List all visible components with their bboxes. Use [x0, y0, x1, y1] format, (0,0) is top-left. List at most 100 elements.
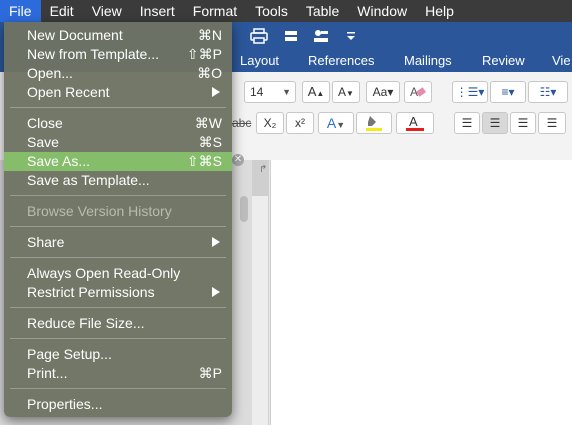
- menubar-help[interactable]: Help: [416, 0, 463, 22]
- menu-item-label: Close: [27, 115, 63, 131]
- tab-references[interactable]: References: [308, 50, 374, 72]
- menu-item-shortcut: ⌘P: [198, 365, 222, 381]
- menu-item-new-document[interactable]: New Document ⌘N: [4, 26, 232, 45]
- bullets-button[interactable]: ⋮☰▾: [452, 81, 488, 103]
- menu-item-shortcut: ⌘N: [197, 27, 222, 43]
- shrink-font-button[interactable]: A▼: [332, 81, 360, 103]
- menu-item-page-setup[interactable]: Page Setup...: [4, 345, 232, 364]
- tab-view[interactable]: Vie: [552, 50, 571, 72]
- menu-separator: [10, 338, 226, 339]
- menu-item-shortcut: ⌘S: [198, 134, 222, 150]
- menu-item-save-as[interactable]: Save As... ⇧⌘S: [4, 152, 232, 171]
- menu-item-browse-version-history: Browse Version History: [4, 202, 232, 221]
- document-page[interactable]: ↱: [259, 160, 572, 425]
- menu-item-label: Print...: [27, 365, 68, 381]
- menu-item-reduce-file-size[interactable]: Reduce File Size...: [4, 314, 232, 333]
- tab-mailings[interactable]: Mailings: [404, 50, 452, 72]
- menu-item-label: Properties...: [27, 396, 103, 412]
- menubar-window[interactable]: Window: [348, 0, 416, 22]
- align-right-icon: ☰: [517, 116, 529, 130]
- font-color-icon: A: [406, 114, 424, 131]
- shrink-font-icon: A▼: [338, 85, 354, 99]
- menu-item-label: Reduce File Size...: [27, 315, 145, 331]
- customize-icon[interactable]: [312, 28, 330, 44]
- align-left-icon: ☰: [461, 116, 473, 130]
- menu-item-print[interactable]: Print... ⌘P: [4, 364, 232, 383]
- menu-item-close[interactable]: Close ⌘W: [4, 114, 232, 133]
- menu-item-share[interactable]: Share: [4, 233, 232, 252]
- menu-item-shortcut: ⌘O: [197, 65, 222, 81]
- menu-item-open[interactable]: Open... ⌘O: [4, 64, 232, 83]
- multilevel-list-button[interactable]: ☷▾: [528, 81, 568, 103]
- justify-icon: ☰: [546, 116, 558, 130]
- superscript-label: x²: [295, 116, 305, 130]
- justify-button[interactable]: ☰: [538, 112, 566, 134]
- numbering-button[interactable]: ≡▾: [490, 81, 526, 103]
- menu-item-label: Save As...: [27, 153, 91, 169]
- submenu-arrow-icon: [212, 237, 220, 247]
- margin-corner-icon: ↱: [259, 164, 268, 175]
- clear-formatting-button[interactable]: A: [404, 81, 432, 103]
- menu-item-restrict-permissions[interactable]: Restrict Permissions: [4, 283, 232, 302]
- strikethrough-button[interactable]: abc: [232, 116, 251, 130]
- menubar-file[interactable]: File: [0, 0, 41, 22]
- menubar-edit[interactable]: Edit: [41, 0, 83, 22]
- tab-review[interactable]: Review: [482, 50, 525, 72]
- menubar-table[interactable]: Table: [297, 0, 348, 22]
- align-right-button[interactable]: ☰: [510, 112, 536, 134]
- change-case-button[interactable]: Aa▾: [366, 81, 400, 103]
- close-icon[interactable]: ✕: [232, 154, 244, 166]
- menu-item-label: Always Open Read-Only: [27, 265, 181, 281]
- scrollbar-thumb[interactable]: [240, 196, 248, 222]
- layout-icon[interactable]: [282, 28, 300, 44]
- menu-separator: [10, 226, 226, 227]
- menu-item-save[interactable]: Save ⌘S: [4, 133, 232, 152]
- grow-font-button[interactable]: A▲: [302, 81, 330, 103]
- menu-item-label: Open...: [27, 65, 73, 81]
- menu-item-new-from-template[interactable]: New from Template... ⇧⌘P: [4, 45, 232, 64]
- menu-item-always-open-read-only[interactable]: Always Open Read-Only: [4, 264, 232, 283]
- chevron-down-icon: ▼: [282, 87, 291, 97]
- submenu-arrow-icon: [212, 287, 220, 297]
- align-center-button[interactable]: ☰: [482, 112, 508, 134]
- menu-separator: [10, 257, 226, 258]
- grow-font-icon: A▲: [307, 84, 325, 99]
- font-size-value: 14: [250, 85, 264, 99]
- menubar-insert[interactable]: Insert: [131, 0, 184, 22]
- menu-item-label: Restrict Permissions: [27, 284, 155, 300]
- align-left-button[interactable]: ☰: [454, 112, 480, 134]
- menu-item-open-recent[interactable]: Open Recent: [4, 83, 232, 102]
- menu-item-label: Share: [27, 234, 65, 250]
- menu-item-label: Page Setup...: [27, 346, 112, 362]
- menu-item-shortcut: ⇧⌘P: [186, 46, 222, 62]
- subscript-label: X₂: [263, 116, 277, 130]
- vertical-ruler: [252, 160, 269, 425]
- font-color-button[interactable]: A: [396, 112, 434, 134]
- menu-item-properties[interactable]: Properties...: [4, 395, 232, 414]
- menu-item-save-as-template[interactable]: Save as Template...: [4, 171, 232, 190]
- menu-item-shortcut: ⌘W: [194, 115, 222, 131]
- file-menu: New Document ⌘N New from Template... ⇧⌘P…: [4, 22, 232, 417]
- font-size-select[interactable]: 14 ▼: [244, 81, 296, 103]
- menu-separator: [10, 195, 226, 196]
- subscript-button[interactable]: X₂: [256, 112, 284, 134]
- menubar-view[interactable]: View: [83, 0, 131, 22]
- superscript-button[interactable]: x²: [286, 112, 314, 134]
- text-effects-icon: A: [326, 115, 337, 131]
- tab-layout[interactable]: Layout: [240, 50, 279, 72]
- eraser-icon: A: [410, 85, 426, 99]
- svg-text:A: A: [409, 114, 418, 129]
- print-icon[interactable]: [250, 28, 268, 44]
- menubar-format[interactable]: Format: [184, 0, 246, 22]
- text-effects-button[interactable]: A▼: [318, 112, 354, 134]
- menu-item-shortcut: ⇧⌘S: [186, 153, 222, 169]
- change-case-icon: Aa▾: [372, 85, 394, 99]
- qat-more-icon[interactable]: [342, 28, 360, 44]
- submenu-arrow-icon: [212, 87, 220, 97]
- highlight-button[interactable]: [356, 112, 392, 134]
- menu-bar: File Edit View Insert Format Tools Table…: [0, 0, 572, 22]
- menu-separator: [10, 307, 226, 308]
- menubar-tools[interactable]: Tools: [246, 0, 297, 22]
- multilevel-list-icon: ☷▾: [539, 85, 557, 99]
- align-center-icon: ☰: [489, 116, 501, 130]
